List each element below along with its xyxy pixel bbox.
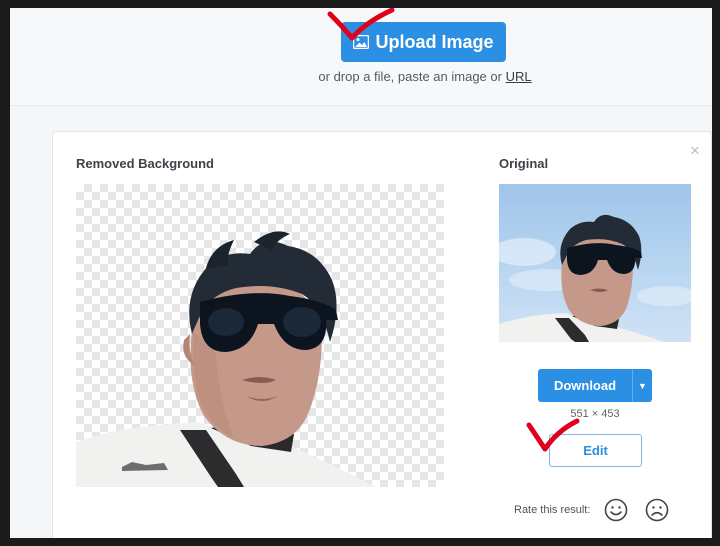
original-photo-image: [499, 214, 691, 342]
original-heading: Original: [499, 156, 549, 171]
person-cutout-image: [76, 231, 376, 487]
url-link[interactable]: URL: [506, 69, 532, 84]
chevron-down-icon[interactable]: ▼: [632, 369, 652, 402]
app-window: Upload Image or drop a file, paste an im…: [10, 8, 712, 538]
original-preview[interactable]: [499, 184, 691, 342]
drop-hint: or drop a file, paste an image or URL: [10, 69, 712, 84]
upload-image-button[interactable]: Upload Image: [341, 22, 506, 62]
smile-icon[interactable]: [604, 498, 628, 522]
upload-image-label: Upload Image: [375, 31, 494, 52]
image-dimensions: 551 × 453: [570, 408, 620, 420]
image-icon: [353, 35, 370, 49]
download-button-group: Download ▼: [538, 369, 652, 402]
edit-button[interactable]: Edit: [549, 434, 642, 467]
drop-hint-text: or drop a file, paste an image or: [318, 69, 506, 84]
rate-label: Rate this result:: [514, 504, 591, 516]
removed-background-heading: Removed Background: [76, 156, 214, 171]
frown-icon[interactable]: [645, 498, 669, 522]
removed-background-preview[interactable]: [76, 184, 444, 487]
result-card: Removed Background Original × Download ▼…: [52, 131, 712, 538]
close-icon[interactable]: ×: [690, 142, 700, 159]
download-button[interactable]: Download: [538, 369, 632, 402]
upload-section: Upload Image or drop a file, paste an im…: [10, 8, 712, 106]
